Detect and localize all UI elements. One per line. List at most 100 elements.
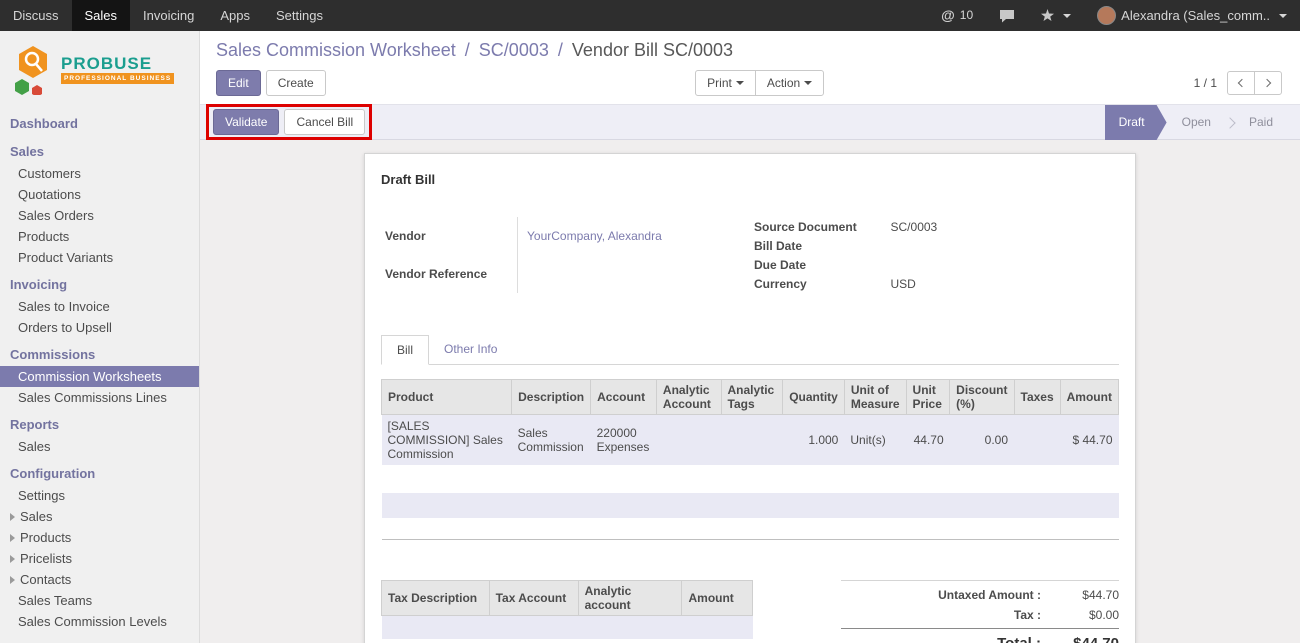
nav-invoicing[interactable]: Invoicing bbox=[130, 0, 207, 31]
sidebar-item-sales-config[interactable]: Sales bbox=[0, 506, 199, 527]
sidebar-item-products[interactable]: Products bbox=[0, 226, 199, 247]
status-step-open[interactable]: Open bbox=[1167, 105, 1226, 140]
at-symbol-icon: @ bbox=[941, 0, 955, 31]
breadcrumb-record-link[interactable]: SC/0003 bbox=[479, 40, 549, 60]
pager-next-button[interactable] bbox=[1254, 71, 1282, 95]
sidebar-item-customers[interactable]: Customers bbox=[0, 163, 199, 184]
sidebar-section-configuration[interactable]: Configuration bbox=[0, 462, 199, 485]
messages-menu[interactable] bbox=[986, 0, 1028, 31]
cell-quantity: 1.000 bbox=[783, 415, 845, 466]
nav-settings[interactable]: Settings bbox=[263, 0, 336, 31]
cell-description: Sales Commission bbox=[512, 415, 591, 466]
main-area: Sales Commission Worksheet / SC/0003 / V… bbox=[200, 31, 1300, 643]
sidebar-item-sales-to-invoice[interactable]: Sales to Invoice bbox=[0, 296, 199, 317]
cancel-bill-button[interactable]: Cancel Bill bbox=[284, 109, 365, 135]
breadcrumb-separator: / bbox=[558, 40, 563, 60]
cell-taxes bbox=[1014, 415, 1060, 466]
breadcrumb-separator: / bbox=[465, 40, 470, 60]
col-unit-of-measure: Unit of Measure bbox=[844, 380, 906, 415]
tab-bill[interactable]: Bill bbox=[381, 335, 429, 365]
totals-block: Untaxed Amount : $44.70 Tax : $0.00 Tota… bbox=[841, 580, 1119, 643]
tab-other-info[interactable]: Other Info bbox=[429, 335, 512, 365]
nav-discuss[interactable]: Discuss bbox=[0, 0, 72, 31]
sidebar-item-sales-report[interactable]: Sales bbox=[0, 436, 199, 457]
caret-down-icon bbox=[1279, 14, 1287, 18]
sidebar-section-invoicing[interactable]: Invoicing bbox=[0, 273, 199, 296]
user-menu[interactable]: Alexandra (Sales_comm.. bbox=[1084, 0, 1300, 31]
nav-apps[interactable]: Apps bbox=[207, 0, 263, 31]
cell-account: 220000 Expenses bbox=[591, 415, 657, 466]
probuse-logo[interactable]: PROBUSE PROFESSIONAL BUSINESS bbox=[0, 31, 199, 107]
tax-header-row: Tax Description Tax Account Analytic acc… bbox=[382, 580, 753, 615]
sidebar-item-label: Pricelists bbox=[20, 551, 72, 566]
field-groups: Vendor YourCompany, Alexandra Vendor Ref… bbox=[381, 217, 1119, 293]
sidebar-item-quotations[interactable]: Quotations bbox=[0, 184, 199, 205]
sidebar-section-sales[interactable]: Sales bbox=[0, 140, 199, 163]
col-tax-description: Tax Description bbox=[382, 580, 490, 615]
print-action-buttons: Print Action bbox=[695, 70, 824, 96]
nav-sales[interactable]: Sales bbox=[72, 0, 131, 31]
form-sheet: Draft Bill Vendor YourCompany, Alexandra… bbox=[364, 153, 1136, 643]
logo-subtitle: PROFESSIONAL BUSINESS bbox=[61, 73, 174, 84]
total-row: Total : $44.70 bbox=[841, 628, 1119, 643]
empty-row bbox=[382, 465, 1119, 493]
sidebar-item-label: Sales bbox=[20, 509, 53, 524]
col-description: Description bbox=[512, 380, 591, 415]
sidebar-item-sales-commissions-lines[interactable]: Sales Commissions Lines bbox=[0, 387, 199, 408]
sidebar-item-sales-commission-levels[interactable]: Sales Commission Levels bbox=[0, 611, 199, 632]
annotation-highlight-box: Validate Cancel Bill bbox=[206, 104, 372, 140]
cell-unit-of-measure: Unit(s) bbox=[844, 415, 906, 466]
sidebar-item-orders-to-upsell[interactable]: Orders to Upsell bbox=[0, 317, 199, 338]
sidebar-item-pricelists[interactable]: Pricelists bbox=[0, 548, 199, 569]
sidebar-section-commissions[interactable]: Commissions bbox=[0, 343, 199, 366]
edit-button[interactable]: Edit bbox=[216, 70, 261, 96]
col-amount: Amount bbox=[1060, 380, 1118, 415]
vendor-field-value[interactable]: YourCompany, Alexandra bbox=[527, 229, 662, 243]
validate-button[interactable]: Validate bbox=[213, 109, 279, 135]
breadcrumb-worksheet-link[interactable]: Sales Commission Worksheet bbox=[216, 40, 456, 60]
pager-previous-button[interactable] bbox=[1227, 71, 1255, 95]
sidebar-item-sales-orders[interactable]: Sales Orders bbox=[0, 205, 199, 226]
col-account: Account bbox=[591, 380, 657, 415]
activity-menu[interactable]: @ 10 bbox=[928, 0, 986, 31]
create-button[interactable]: Create bbox=[266, 70, 326, 96]
sidebar-item-settings[interactable]: Settings bbox=[0, 485, 199, 506]
sidebar-item-product-variants[interactable]: Product Variants bbox=[0, 247, 199, 268]
pager-value[interactable]: 1 / 1 bbox=[1194, 76, 1217, 90]
sidebar-item-products-config[interactable]: Products bbox=[0, 527, 199, 548]
col-unit-price: Unit Price bbox=[906, 380, 950, 415]
col-product: Product bbox=[382, 380, 512, 415]
control-panel: Sales Commission Worksheet / SC/0003 / V… bbox=[200, 31, 1300, 104]
invoice-line-row[interactable]: [SALES COMMISSION] Sales Commission Sale… bbox=[382, 415, 1119, 466]
statusbar-steps: Draft Open Paid bbox=[1105, 105, 1300, 140]
col-quantity: Quantity bbox=[783, 380, 845, 415]
cell-product: [SALES COMMISSION] Sales Commission bbox=[382, 415, 512, 466]
sidebar-item-label: Contacts bbox=[20, 572, 71, 587]
avatar bbox=[1097, 6, 1116, 25]
caret-down-icon bbox=[736, 81, 744, 85]
sidebar-item-sales-teams[interactable]: Sales Teams bbox=[0, 590, 199, 611]
col-tax-amount: Amount bbox=[682, 580, 753, 615]
vendor-field-label: Vendor bbox=[381, 217, 518, 255]
sidebar-item-contacts[interactable]: Contacts bbox=[0, 569, 199, 590]
logo-text: PROBUSE PROFESSIONAL BUSINESS bbox=[61, 55, 174, 84]
bill-date-field-value bbox=[887, 236, 1119, 255]
notebook-tabs: Bill Other Info bbox=[381, 335, 1119, 365]
empty-row bbox=[382, 615, 753, 639]
debug-menu[interactable] bbox=[1028, 0, 1084, 31]
activity-count: 10 bbox=[960, 0, 973, 31]
chevron-left-icon bbox=[1238, 79, 1246, 87]
status-step-draft[interactable]: Draft bbox=[1105, 105, 1167, 140]
caret-right-icon bbox=[10, 513, 15, 521]
sidebar-section-reports[interactable]: Reports bbox=[0, 413, 199, 436]
print-dropdown-button[interactable]: Print bbox=[695, 70, 756, 96]
sidebar-section-dashboard[interactable]: Dashboard bbox=[0, 112, 199, 135]
sidebar-item-commission-worksheets[interactable]: Commission Worksheets bbox=[0, 366, 199, 387]
statusbar: Validate Cancel Bill Draft Open Paid bbox=[200, 104, 1300, 140]
due-date-field-value bbox=[887, 255, 1119, 274]
invoice-lines-table: Product Description Account Analytic Acc… bbox=[381, 379, 1119, 540]
vendor-reference-field-label: Vendor Reference bbox=[381, 255, 518, 293]
action-dropdown-button[interactable]: Action bbox=[755, 70, 824, 96]
status-step-paid[interactable]: Paid bbox=[1234, 105, 1288, 140]
tax-row: Tax : $0.00 bbox=[841, 605, 1119, 625]
